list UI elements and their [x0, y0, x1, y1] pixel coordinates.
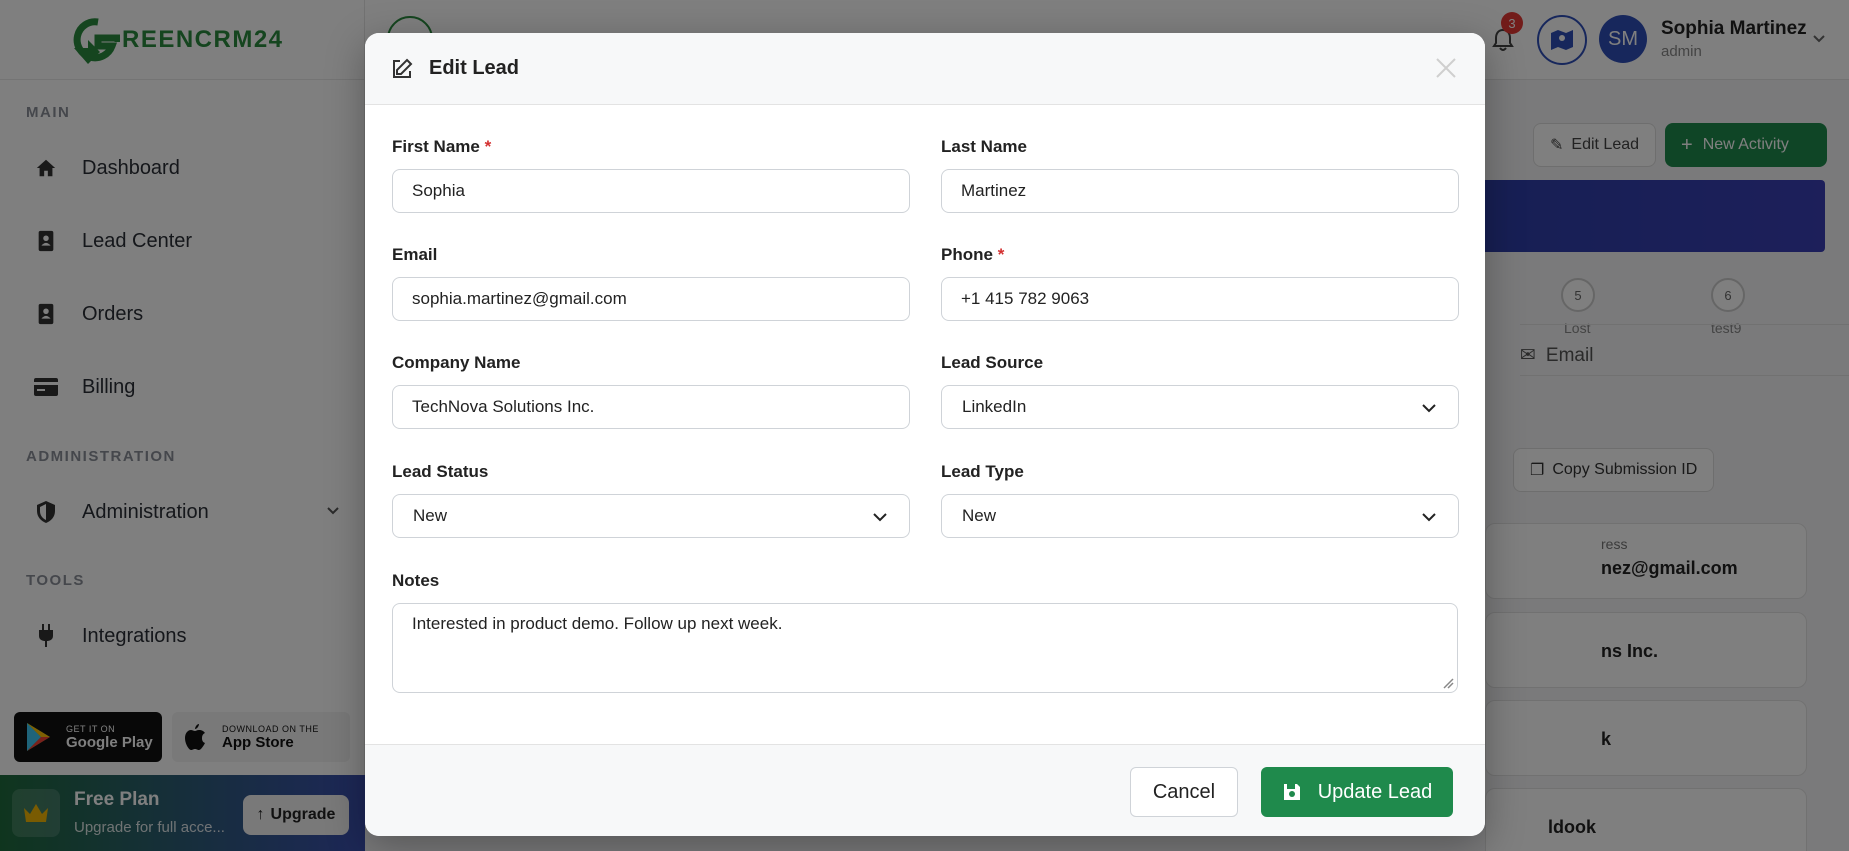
update-lead-button[interactable]: Update Lead — [1261, 767, 1453, 817]
close-icon[interactable] — [1431, 53, 1461, 83]
lead-type-select[interactable]: New — [941, 494, 1459, 538]
first-name-label: First Name * — [392, 137, 491, 157]
modal-header: Edit Lead — [365, 33, 1485, 105]
lead-status-select[interactable]: New — [392, 494, 910, 538]
modal-footer: Cancel Update Lead — [365, 744, 1485, 836]
last-name-label: Last Name — [941, 137, 1027, 156]
select-value: New — [413, 506, 448, 525]
label-text: Phone — [941, 245, 993, 264]
cancel-button[interactable]: Cancel — [1130, 767, 1238, 817]
notes-wrap: Interested in product demo. Follow up ne… — [392, 603, 1458, 693]
lead-status-label: Lead Status — [392, 462, 489, 481]
chevron-down-icon — [873, 513, 887, 522]
modal-title: Edit Lead — [429, 57, 520, 79]
edit-lead-modal: Edit Lead First Name * Last Name Email P… — [365, 33, 1485, 836]
notes-label: Notes — [392, 571, 440, 590]
edit-lead-form: First Name * Last Name Email Phone * Com… — [365, 105, 1485, 740]
phone-field[interactable] — [941, 277, 1459, 321]
resize-grip-icon[interactable] — [1442, 677, 1454, 689]
notes-textarea[interactable]: Interested in product demo. Follow up ne… — [392, 603, 1458, 693]
select-value: LinkedIn — [962, 397, 1027, 416]
chevron-down-icon — [1422, 513, 1436, 522]
company-name-field[interactable] — [392, 385, 910, 429]
lead-type-label: Lead Type — [941, 462, 1024, 481]
required-asterisk: * — [484, 137, 492, 156]
update-lead-label: Update Lead — [1317, 780, 1433, 803]
last-name-field[interactable] — [941, 169, 1459, 213]
chevron-down-icon — [1422, 404, 1436, 413]
lead-source-label: Lead Source — [941, 353, 1044, 372]
first-name-field[interactable] — [392, 169, 910, 213]
email-label: Email — [392, 245, 438, 264]
company-name-label: Company Name — [392, 353, 521, 372]
phone-label: Phone * — [941, 245, 1004, 265]
save-icon — [1283, 784, 1300, 800]
required-asterisk: * — [997, 245, 1005, 264]
lead-source-select[interactable]: LinkedIn — [941, 385, 1459, 429]
label-text: First Name — [392, 137, 480, 156]
email-field[interactable] — [392, 277, 910, 321]
select-value: New — [962, 506, 997, 525]
edit-icon — [393, 58, 413, 78]
